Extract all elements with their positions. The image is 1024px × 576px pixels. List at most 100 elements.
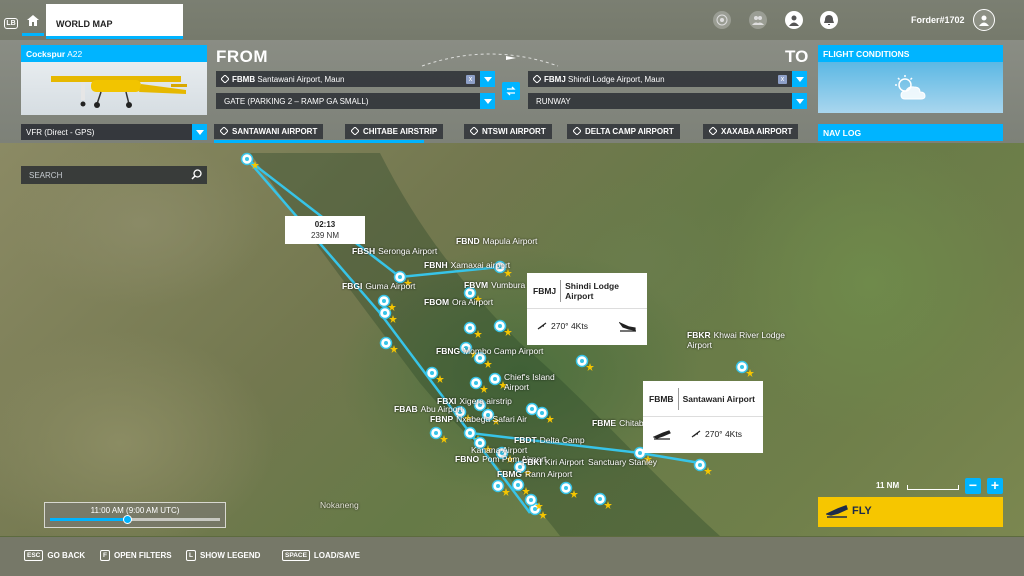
map-label-chitabe[interactable]: FBME Chitabe [592,418,648,428]
hint-go-back[interactable]: ESC GO BACK [24,550,85,561]
map-label-sanctuary[interactable]: Sanctuary Stanley [588,457,657,467]
route-arc [421,53,559,67]
airport-star-icon [586,363,594,371]
departure-card-code: FBMB [643,387,679,410]
key-badge: F [100,550,110,561]
map-label-ora[interactable]: FBOM Ora Airport [424,297,493,307]
map-label-khwai[interactable]: FBKR Khwai River Lodge Airport [687,330,799,350]
search-input[interactable]: SEARCH [21,166,207,184]
waypoint-tab-chitabe[interactable]: CHITABE AIRSTRIP [345,124,444,139]
clear-arrival-button[interactable]: x [778,75,787,84]
home-button[interactable] [22,4,44,36]
airport-star-icon [539,511,547,519]
swap-route-button[interactable] [502,82,520,100]
hint-show-legend[interactable]: L SHOW LEGEND [186,550,260,561]
wind-sock-icon [691,430,701,438]
top-bar: LB WORLD MAP Forder#1702 [0,0,1024,40]
departure-card-name: Santawani Airport [682,393,755,404]
flight-plan-type-select[interactable]: VFR (Direct - GPS) [21,124,207,140]
chevron-down-icon [483,98,492,104]
from-label: FROM [216,47,269,66]
takeoff-icon [653,430,671,440]
waypoint-scroll-indicator [214,140,424,143]
map-label-chiefs-island[interactable]: Chief's Island Airport [504,372,568,392]
arrival-gate-field[interactable]: RUNWAY [528,93,807,109]
activity-button[interactable] [713,11,731,29]
aircraft-picture [51,76,187,108]
bell-icon [824,15,834,25]
clear-departure-button[interactable]: x [466,75,475,84]
fly-button[interactable]: FLY [818,497,1003,527]
location-pin-icon [709,127,717,135]
landing-icon [619,321,636,332]
arrival-card-code: FBMJ [527,279,562,302]
waypoint-tab-ntswi[interactable]: NTSWI AIRPORT [464,124,552,139]
arrival-airport-card[interactable]: FBMJ Shindi Lodge Airport 270° 4Kts [527,273,647,345]
flight-conditions-card[interactable]: FLIGHT CONDITIONS [818,45,1003,113]
departure-dropdown-button[interactable] [480,71,495,87]
avatar-icon [979,15,989,26]
notifications-button[interactable] [820,11,838,29]
waypoint-tab-xaxaba[interactable]: XAXABA AIRPORT [703,124,799,139]
map-label-seronga[interactable]: FBSH Seronga Airport [352,246,437,256]
aircraft-name: Cockspur A22 [21,45,207,62]
map-label-xamaxai[interactable]: FBNH Xamaxai airport [424,260,510,270]
location-pin-icon [221,75,229,83]
arrival-gate-dropdown-button[interactable] [792,93,807,109]
location-pin-icon [220,127,228,135]
airport-star-icon [474,330,482,338]
hint-load-save[interactable]: SPACE LOAD/SAVE [282,550,360,561]
zoom-in-button[interactable]: + [987,478,1003,494]
friends-button[interactable] [749,11,767,29]
map-label-guma[interactable]: FBGI Guma Airport [342,281,415,291]
airport-star-icon [546,415,554,423]
airport-star-icon [388,303,396,311]
departure-gate-dropdown-button[interactable] [480,93,495,109]
airport-star-icon [480,385,488,393]
time-slider-track[interactable] [50,515,220,524]
profile-button[interactable] [785,11,803,29]
map-label-mapula[interactable]: FBND Mapula Airport [456,236,537,246]
departure-gate-field[interactable]: GATE (PARKING 2 – RAMP GA SMALL) [216,93,495,109]
arrival-airport-field[interactable]: FBMJ Shindi Lodge Airport, Maun x [528,71,807,87]
key-badge: SPACE [282,550,310,561]
location-pin-icon [470,127,478,135]
search-placeholder: SEARCH [29,171,63,180]
nav-log-button[interactable]: NAV LOG [818,124,1003,141]
map-label-abu[interactable]: FBAB Abu Airport [394,404,463,414]
departure-airport-card[interactable]: FBMB Santawani Airport 270° 4Kts [643,381,763,453]
map-label-delta-camp[interactable]: FBDT Delta Camp [514,435,585,445]
time-of-day-slider[interactable]: 11:00 AM (9:00 AM UTC) [44,502,226,528]
departure-airport-field[interactable]: FBMB Santawani Airport, Maun x [216,71,495,87]
friends-icon [752,16,764,25]
time-slider-handle[interactable] [122,515,132,524]
flight-conditions-title: FLIGHT CONDITIONS [818,45,1003,62]
zoom-out-button[interactable]: − [965,478,981,494]
airport-star-icon [436,375,444,383]
chevron-down-icon [795,98,804,104]
airport-star-icon [440,435,448,443]
key-badge: ESC [24,550,44,561]
hint-open-filters[interactable]: F OPEN FILTERS [100,550,172,561]
wind-sock-icon [537,322,547,330]
map-label-nxabega[interactable]: FBNP Nxabega Safari Air [430,414,530,424]
departure-wind: 270° 4Kts [691,429,742,439]
map-label-mombo[interactable]: FBNG Mombo Camp Airport [436,346,546,356]
avatar[interactable] [973,9,995,31]
tab-world-map[interactable]: WORLD MAP [46,4,183,39]
chevron-down-icon [483,76,492,82]
waypoint-tab-santawani[interactable]: SANTAWANI AIRPORT [214,124,324,139]
arrival-dropdown-button[interactable] [792,71,807,87]
airport-star-icon [389,315,397,323]
leg-time: 02:13 [314,220,336,229]
waypoint-tab-delta-camp[interactable]: DELTA CAMP AIRPORT [567,124,680,139]
home-icon [27,14,39,26]
location-pin-icon [533,75,541,83]
search-icon [191,169,202,180]
map-label-vumbura[interactable]: FBVM Vumbura [464,280,525,290]
map-scale-label: 11 NM [876,481,900,490]
takeoff-icon [826,505,848,518]
flight-plan-type-dropdown[interactable] [192,124,207,140]
map-label-rann[interactable]: FBMG Rann Airport [497,469,572,479]
map-label-kiri[interactable]: FBKI Kiri Airport [522,457,584,467]
